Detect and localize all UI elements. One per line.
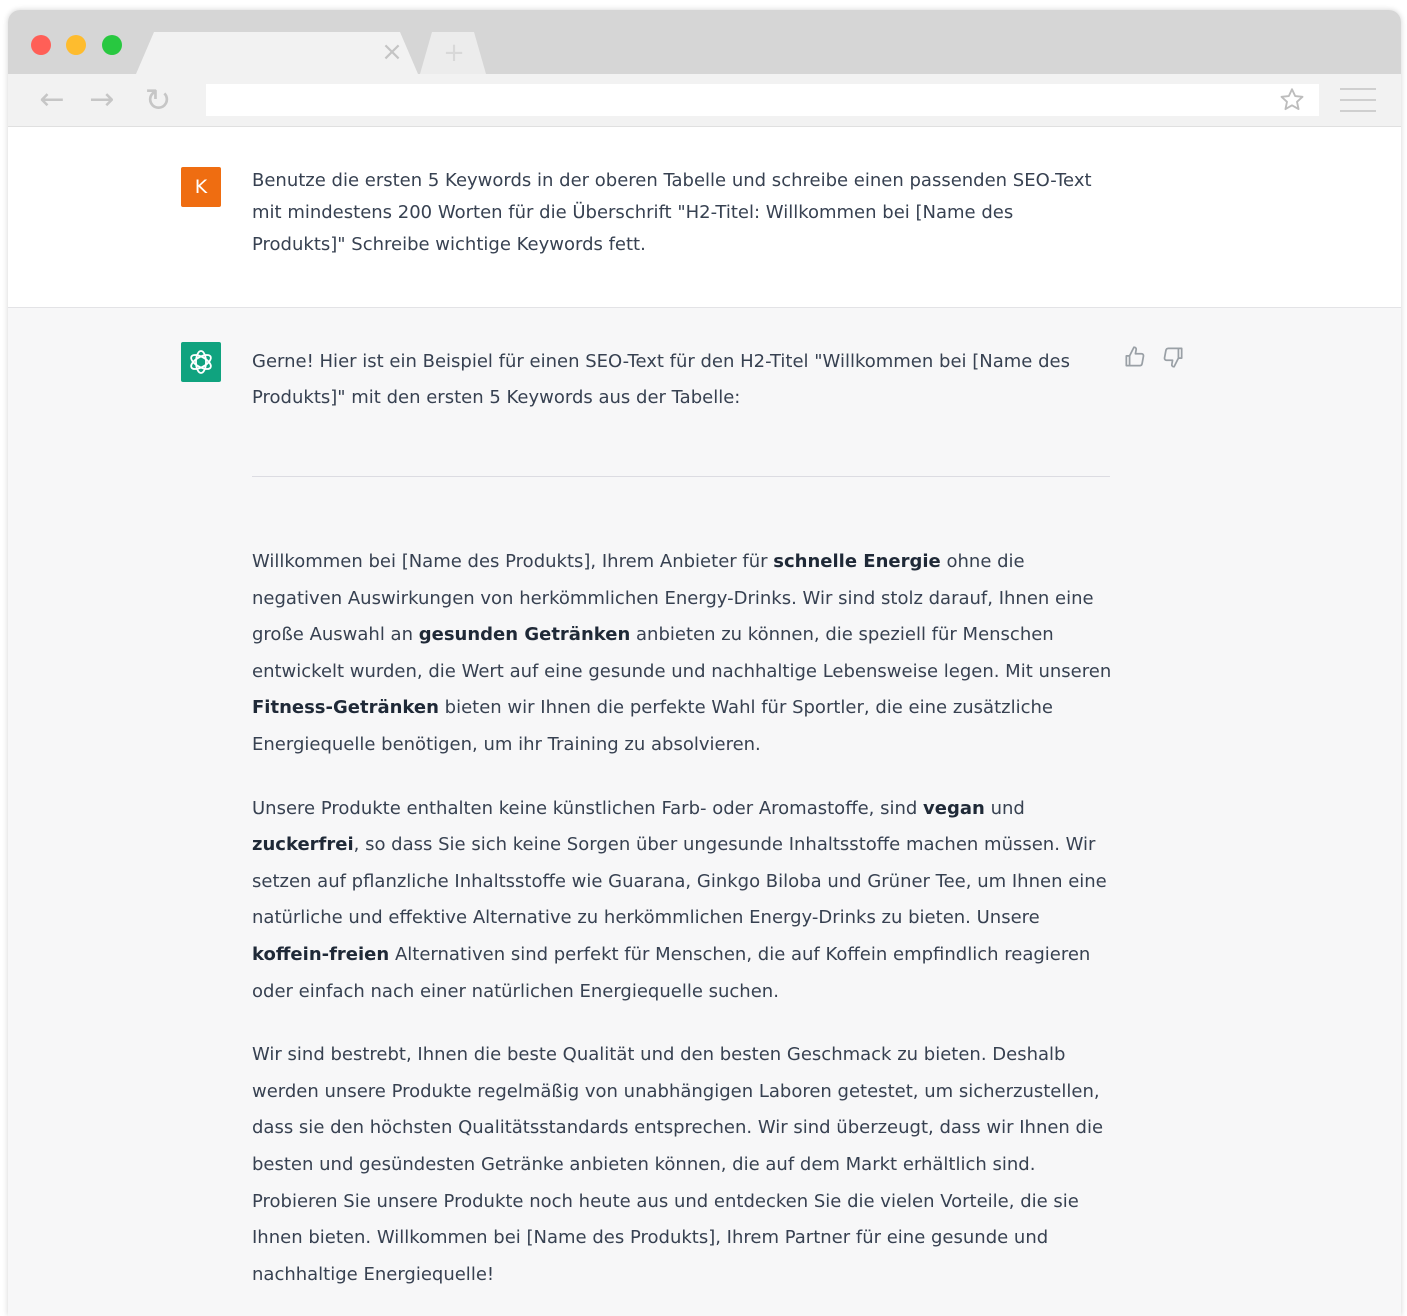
reload-icon[interactable]: ↻ — [140, 84, 176, 116]
assistant-message: Gerne! Hier ist ein Beispiel für einen S… — [8, 308, 1401, 1316]
forward-icon[interactable]: → — [84, 84, 120, 116]
star-icon[interactable] — [1278, 86, 1306, 114]
paragraph-1: Willkommen bei [Name des Produkts], Ihre… — [252, 544, 1112, 764]
thumbs-up-icon[interactable] — [1122, 344, 1148, 370]
menu-icon[interactable] — [1340, 88, 1376, 112]
divider — [252, 476, 1110, 477]
bold-keyword: zuckerfrei — [252, 834, 354, 856]
plus-icon[interactable]: + — [442, 40, 466, 66]
bold-keyword: Fitness-Getränken — [252, 697, 439, 719]
assistant-seo-text: Willkommen bei [Name des Produkts], Ihre… — [252, 544, 1112, 1316]
user-avatar: K — [181, 167, 221, 207]
back-icon[interactable]: ← — [34, 84, 70, 116]
paragraph-2: Unsere Produkte enthalten keine künstlic… — [252, 791, 1112, 1011]
user-message: K Benutze die ersten 5 Keywords in der o… — [8, 127, 1401, 308]
close-window-button[interactable] — [31, 35, 51, 55]
bold-keyword: schnelle Energie — [773, 551, 941, 572]
paragraph-3: Wir sind bestrebt, Ihnen die beste Quali… — [252, 1044, 1104, 1285]
bold-keyword: koffein-freien — [252, 943, 390, 965]
tab-bar: × + — [8, 10, 1401, 74]
bold-keyword: vegan — [923, 797, 985, 819]
browser-tab-active[interactable] — [136, 32, 418, 74]
maximize-window-button[interactable] — [102, 35, 122, 55]
text-segment: Unsere Produkte enthalten keine künstlic… — [252, 797, 924, 819]
text-segment: und — [984, 797, 1025, 819]
close-icon[interactable]: × — [380, 39, 404, 65]
minimize-window-button[interactable] — [66, 35, 86, 55]
browser-toolbar: ← → ↻ — [8, 74, 1401, 127]
browser-window: × + ← → ↻ K Benutze die ersten 5 Keyword… — [8, 10, 1401, 1316]
address-bar[interactable] — [206, 84, 1319, 116]
chat-conversation: K Benutze die ersten 5 Keywords in der o… — [8, 127, 1401, 1316]
text-segment: Willkommen bei [Name des Produkts], Ihre… — [252, 551, 774, 572]
assistant-intro-text: Gerne! Hier ist ein Beispiel für einen S… — [252, 351, 1070, 408]
openai-logo-icon — [190, 350, 212, 374]
bold-keyword: gesunden Getränken — [418, 624, 631, 646]
assistant-avatar — [181, 342, 221, 382]
text-segment: , so dass Sie sich keine Sorgen über ung… — [252, 834, 1107, 929]
user-message-text: Benutze die ersten 5 Keywords in der obe… — [252, 170, 1092, 255]
thumbs-down-icon[interactable] — [1160, 344, 1186, 370]
